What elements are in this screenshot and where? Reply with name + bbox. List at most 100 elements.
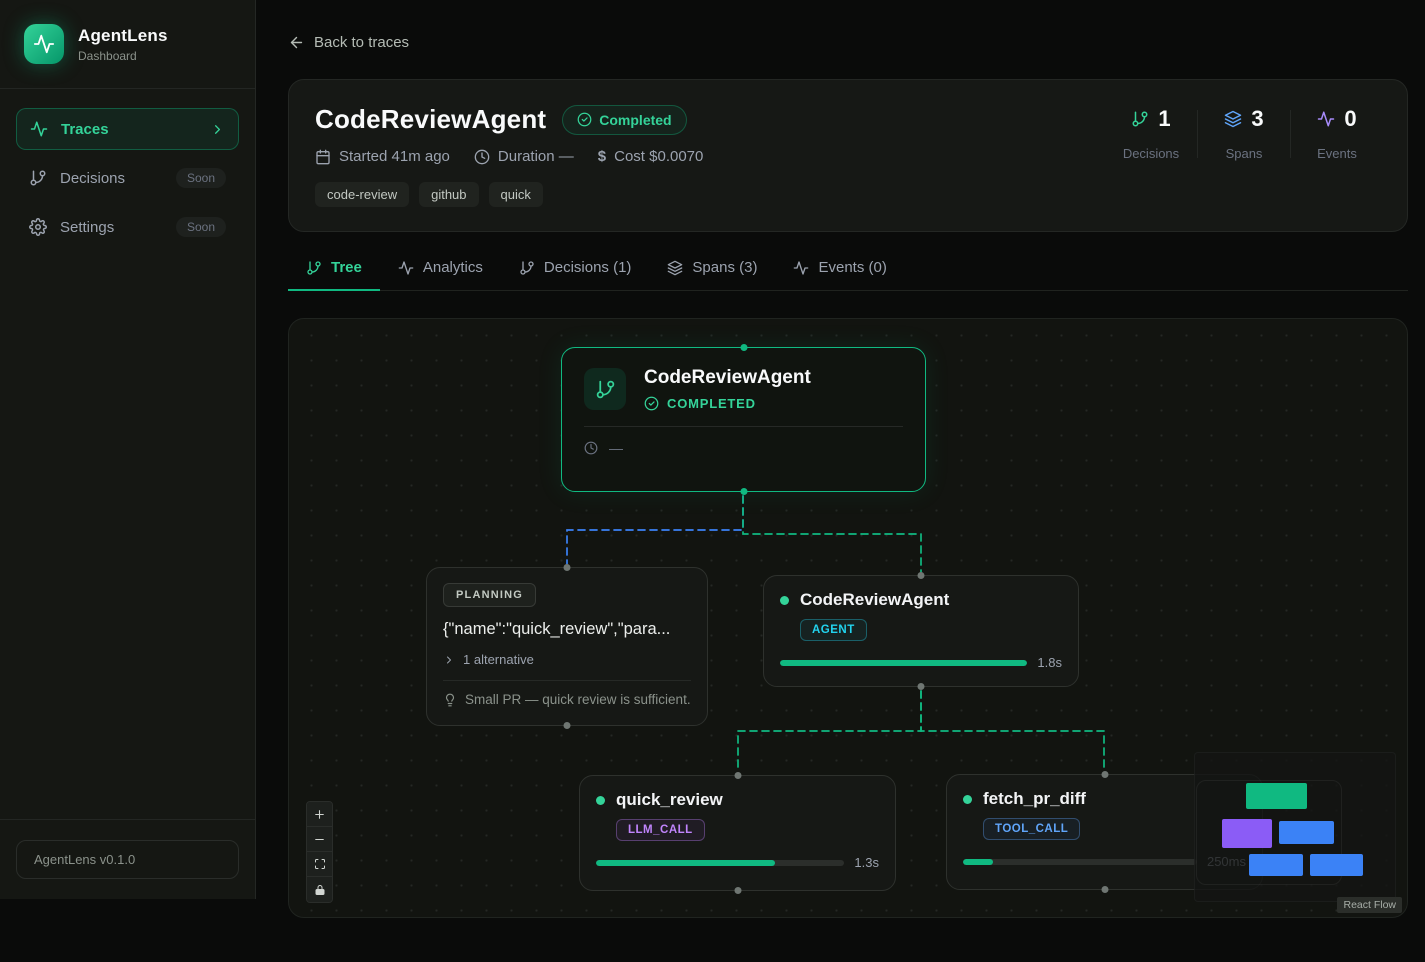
minimap-node-planning	[1222, 819, 1272, 848]
tab-decisions[interactable]: Decisions (1)	[501, 259, 650, 291]
divider	[443, 680, 691, 681]
duration-bar-track	[963, 859, 1197, 865]
sidebar-item-traces[interactable]: Traces	[16, 108, 239, 150]
minimap-node-root	[1246, 783, 1307, 809]
duration-bar-fill	[596, 860, 775, 866]
alternatives-label: 1 alternative	[463, 652, 534, 667]
status-label: Completed	[599, 112, 671, 128]
sidebar-nav: Traces Decisions Soon Settings Soon	[0, 89, 255, 819]
soon-badge: Soon	[176, 168, 226, 188]
span-type-badge: LLM_CALL	[616, 819, 705, 841]
trace-header-card: CodeReviewAgent Completed Started 41m ag…	[288, 79, 1408, 232]
decision-reason: Small PR — quick review is sufficient.	[465, 692, 691, 707]
activity-icon	[33, 33, 55, 55]
node-span-agent[interactable]: CodeReviewAgent AGENT 1.8s	[763, 575, 1079, 687]
duration-bar-track	[596, 860, 844, 866]
app-logo	[24, 24, 64, 64]
duration-bar-track	[780, 660, 1027, 666]
alternatives-expander[interactable]: 1 alternative	[443, 652, 534, 667]
stat-value: 3	[1251, 106, 1263, 132]
git-branch-icon	[519, 260, 535, 276]
tag-chip: code-review	[315, 182, 409, 207]
decision-type-badge: PLANNING	[443, 583, 536, 607]
flow-controls	[306, 801, 333, 903]
node-duration: —	[609, 440, 623, 456]
stats-row: 1 Decisions 3 Spans 0	[1105, 106, 1383, 161]
react-flow-attribution[interactable]: React Flow	[1337, 897, 1402, 913]
handle-bottom	[564, 722, 571, 729]
zoom-out-button[interactable]	[307, 827, 332, 852]
handle-bottom	[1101, 886, 1108, 893]
node-span-quick-review[interactable]: quick_review LLM_CALL 1.3s	[579, 775, 896, 891]
tags-row: code-review github quick	[315, 182, 1381, 207]
tab-spans[interactable]: Spans (3)	[649, 259, 775, 291]
tab-analytics[interactable]: Analytics	[380, 259, 501, 291]
git-branch-icon	[1131, 110, 1149, 128]
handle-top	[734, 772, 741, 779]
stat-label: Events	[1291, 146, 1383, 161]
git-branch-icon-box	[584, 368, 626, 410]
lock-button[interactable]	[307, 877, 332, 902]
plus-icon	[313, 808, 326, 821]
handle-bottom	[734, 887, 741, 894]
meta-started: Started 41m ago	[315, 148, 450, 165]
handle-top	[740, 344, 747, 351]
handle-top	[1101, 771, 1108, 778]
chevron-right-icon	[443, 654, 455, 666]
stat-spans: 3 Spans	[1198, 106, 1290, 161]
stat-label: Spans	[1198, 146, 1290, 161]
edge-agent-to-tool	[921, 691, 1104, 770]
layers-icon	[667, 260, 683, 276]
sidebar-item-decisions[interactable]: Decisions Soon	[16, 157, 239, 199]
tab-tree[interactable]: Tree	[288, 259, 380, 291]
node-title: CodeReviewAgent	[800, 590, 949, 610]
stat-value: 0	[1344, 106, 1356, 132]
check-circle-icon	[644, 396, 659, 411]
nav-label: Traces	[61, 121, 109, 138]
minimap-node-fetch-pr-diff	[1310, 854, 1363, 876]
zoom-in-button[interactable]	[307, 802, 332, 827]
lightbulb-icon	[443, 693, 457, 707]
edge-agent-to-llm	[738, 691, 921, 772]
sidebar-item-settings[interactable]: Settings Soon	[16, 206, 239, 248]
stat-value: 1	[1158, 106, 1170, 132]
tab-label: Analytics	[423, 259, 483, 276]
version-label: AgentLens v0.1.0	[16, 840, 239, 879]
calendar-icon	[315, 149, 331, 165]
back-label: Back to traces	[314, 34, 409, 51]
git-branch-icon	[306, 260, 322, 276]
tab-label: Tree	[331, 259, 362, 276]
minimap-node-agent	[1279, 821, 1334, 844]
flow-canvas[interactable]: CodeReviewAgent COMPLETED —	[288, 318, 1408, 918]
span-duration: 1.3s	[854, 855, 879, 870]
started-text: Started 41m ago	[339, 148, 450, 165]
duration-bar-fill	[963, 859, 993, 865]
app-subtitle: Dashboard	[78, 49, 168, 63]
back-to-traces-link[interactable]: Back to traces	[288, 34, 409, 51]
node-title: fetch_pr_diff	[983, 789, 1086, 809]
status-dot	[596, 796, 605, 805]
check-circle-icon	[577, 112, 592, 127]
node-root-agent[interactable]: CodeReviewAgent COMPLETED —	[561, 347, 926, 492]
layers-icon	[1224, 110, 1242, 128]
meta-duration: Duration —	[474, 148, 574, 165]
handle-bottom	[740, 488, 747, 495]
sidebar-header: AgentLens Dashboard	[0, 0, 255, 89]
arrow-left-icon	[288, 34, 305, 51]
flow-minimap[interactable]	[1194, 752, 1396, 902]
tab-bar: Tree Analytics Decisions (1) Spans (3) E…	[288, 259, 1408, 291]
edge-root-to-agent	[743, 496, 921, 572]
tab-label: Decisions (1)	[544, 259, 632, 276]
chevron-right-icon	[210, 122, 225, 137]
span-duration: 1.8s	[1037, 655, 1062, 670]
tab-label: Spans (3)	[692, 259, 757, 276]
node-planning-decision[interactable]: PLANNING {"name":"quick_review","para...…	[426, 567, 708, 726]
activity-icon	[398, 260, 414, 276]
cost-text: Cost $0.0070	[614, 148, 703, 165]
tab-events[interactable]: Events (0)	[775, 259, 904, 291]
tab-label: Events (0)	[818, 259, 886, 276]
git-branch-icon	[595, 379, 616, 400]
fit-view-button[interactable]	[307, 852, 332, 877]
duration-bar-fill	[780, 660, 1027, 666]
sidebar: AgentLens Dashboard Traces Decisions Soo…	[0, 0, 256, 899]
